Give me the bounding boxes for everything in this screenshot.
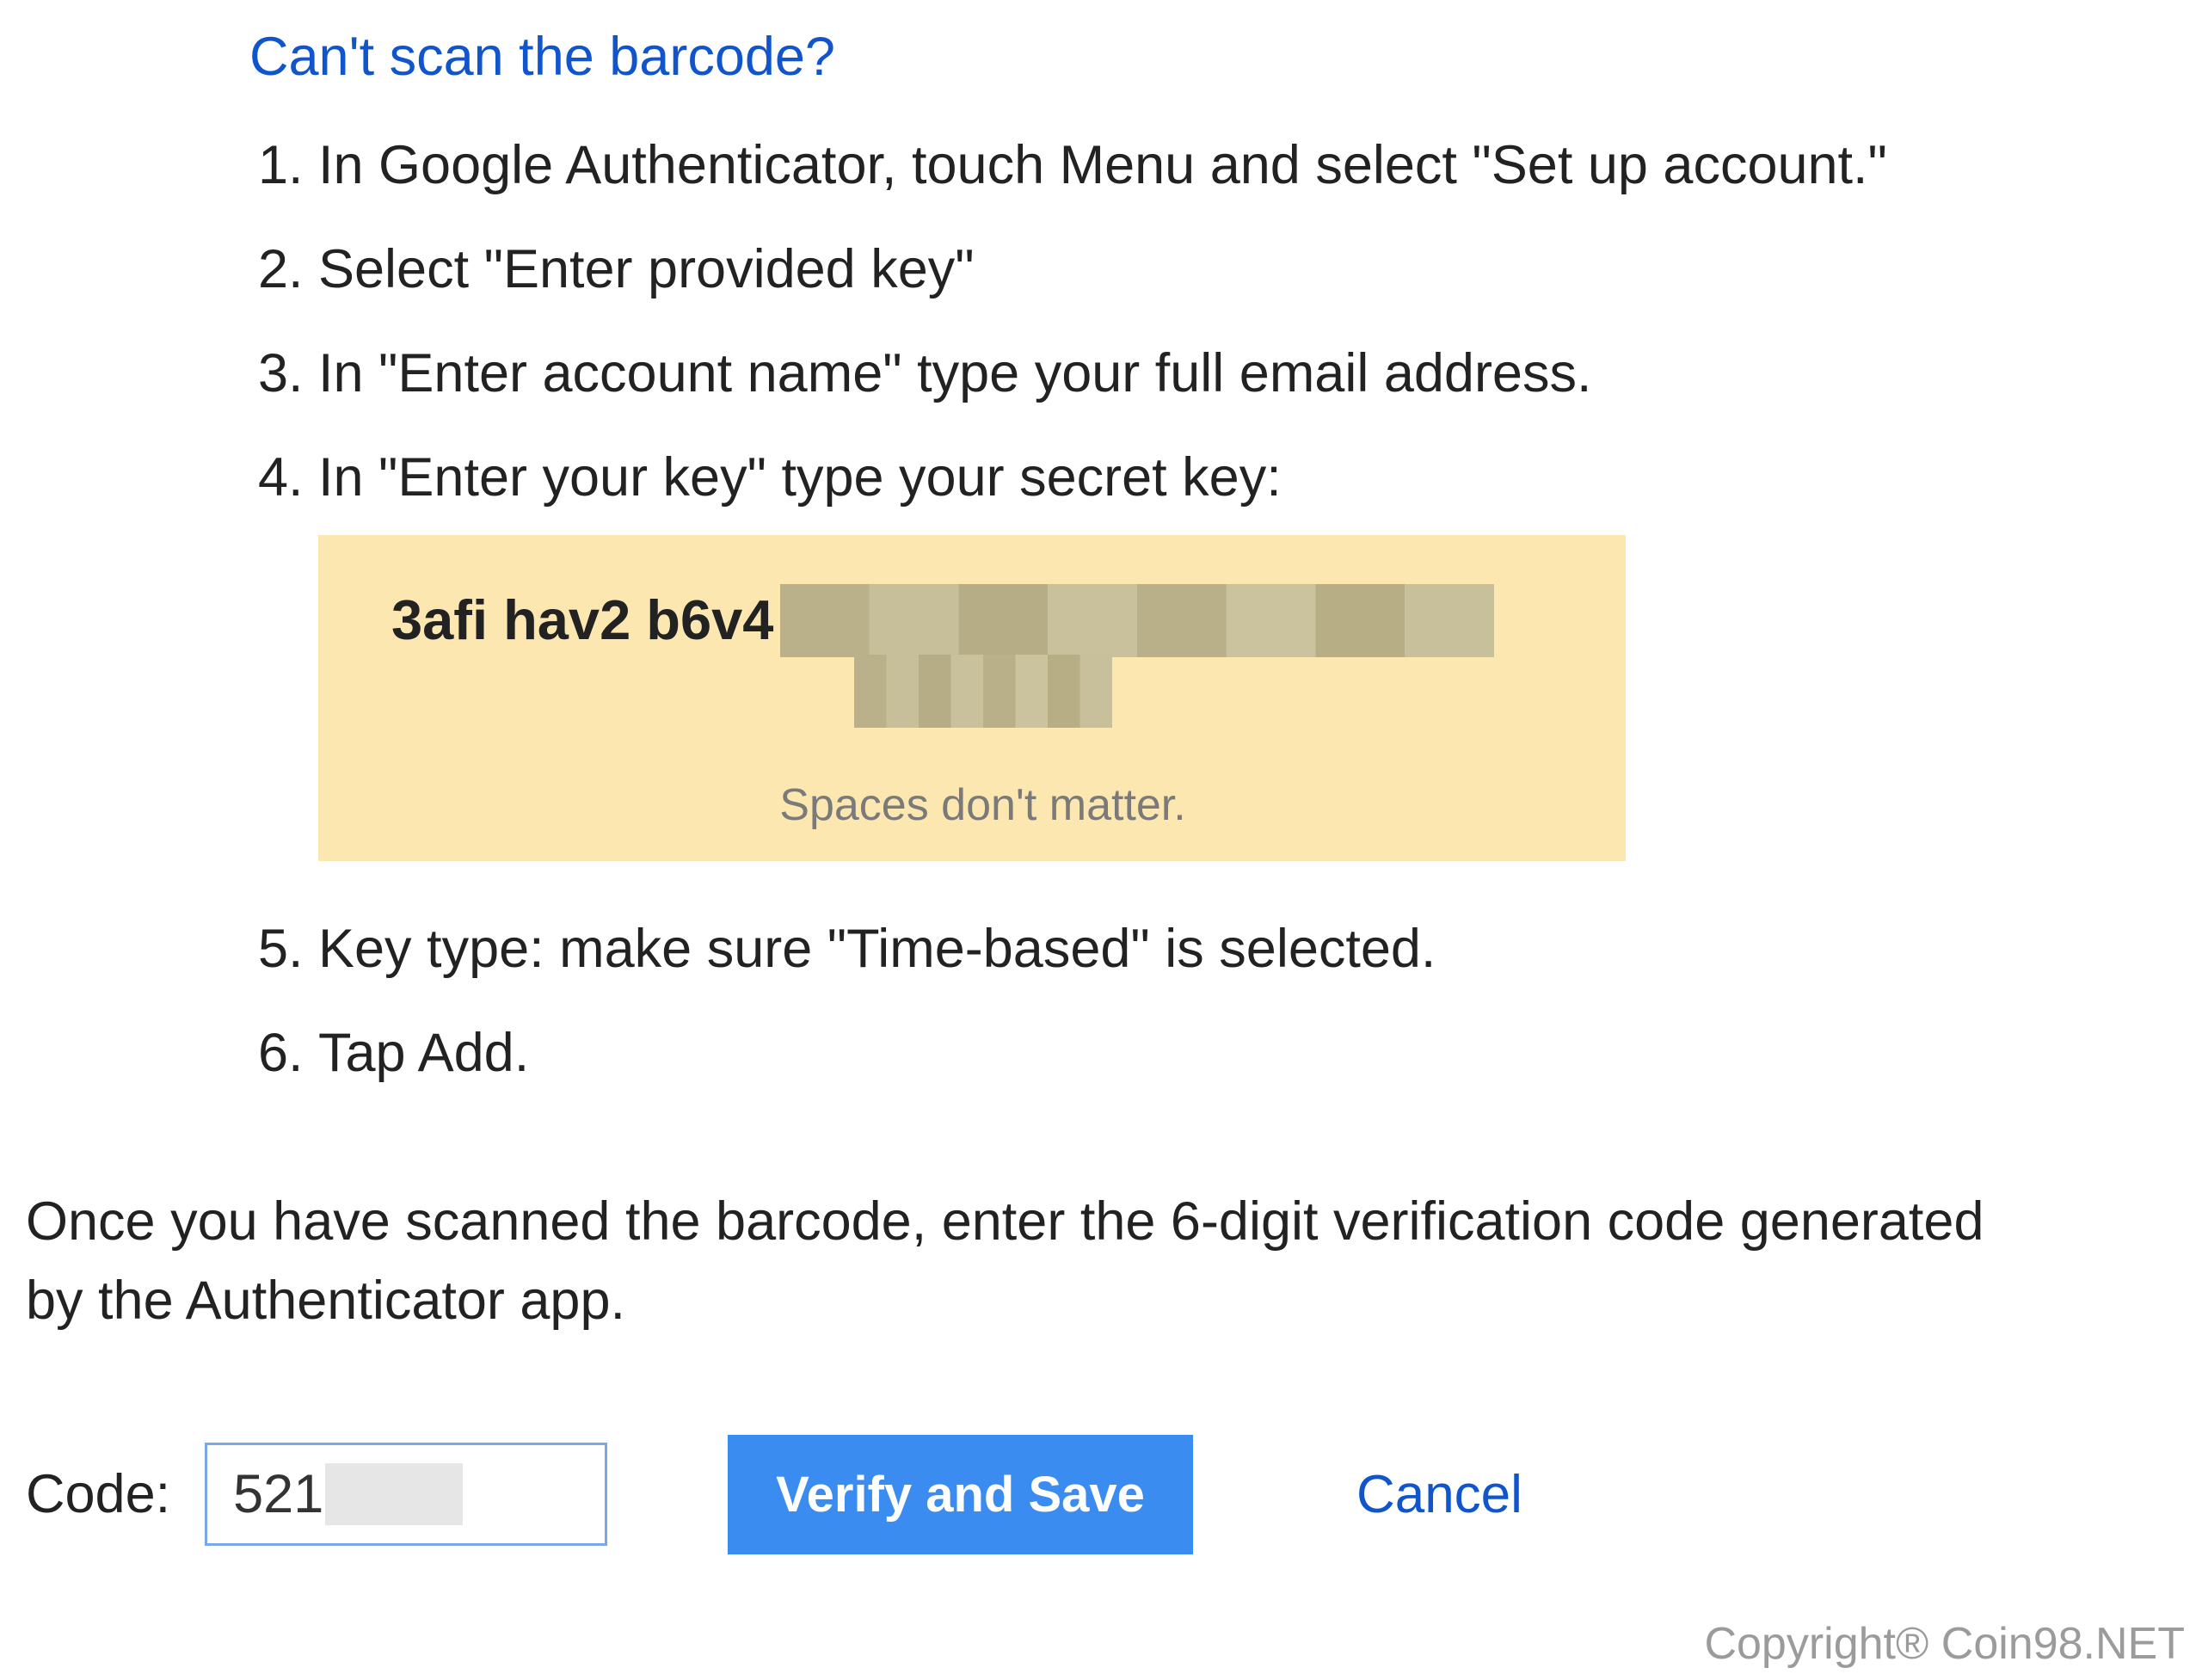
cant-scan-heading: Can't scan the barcode? [249, 26, 2185, 88]
secret-key-box: 3afi hav2 b6v4 Spaces don't matter. [318, 535, 1626, 861]
enter-code-instruction: Once you have scanned the barcode, enter… [26, 1183, 2004, 1340]
code-label: Code: [26, 1463, 170, 1525]
step-3: In "Enter account name" type your full e… [318, 322, 2185, 426]
step-4: In "Enter your key" type your secret key… [318, 426, 2185, 897]
code-input-redacted [325, 1463, 463, 1525]
step-2: Select "Enter provided key" [318, 218, 2185, 322]
secret-key-redacted-line2 [854, 655, 1112, 728]
cancel-link[interactable]: Cancel [1356, 1464, 1522, 1525]
manual-setup-steps: In Google Authenticator, touch Menu and … [318, 114, 2185, 1105]
verification-code-input[interactable]: 521 [205, 1443, 607, 1546]
step-6: Tap Add. [318, 1001, 2185, 1105]
secret-key-value: 3afi hav2 b6v4 [391, 582, 773, 658]
code-form-row: Code: 521 Verify and Save Cancel [26, 1435, 2185, 1554]
step-5: Key type: make sure "Time-based" is sele… [318, 897, 2185, 1001]
spaces-dont-matter-note: Spaces don't matter. [391, 775, 1574, 835]
verify-and-save-button[interactable]: Verify and Save [728, 1435, 1193, 1554]
code-input-value: 521 [233, 1463, 323, 1525]
step-4-text: In "Enter your key" type your secret key… [318, 447, 1282, 508]
secret-key-redacted [780, 584, 1494, 657]
copyright-watermark: Copyright® Coin98.NET [1704, 1618, 2185, 1670]
step-1: In Google Authenticator, touch Menu and … [318, 114, 2185, 218]
